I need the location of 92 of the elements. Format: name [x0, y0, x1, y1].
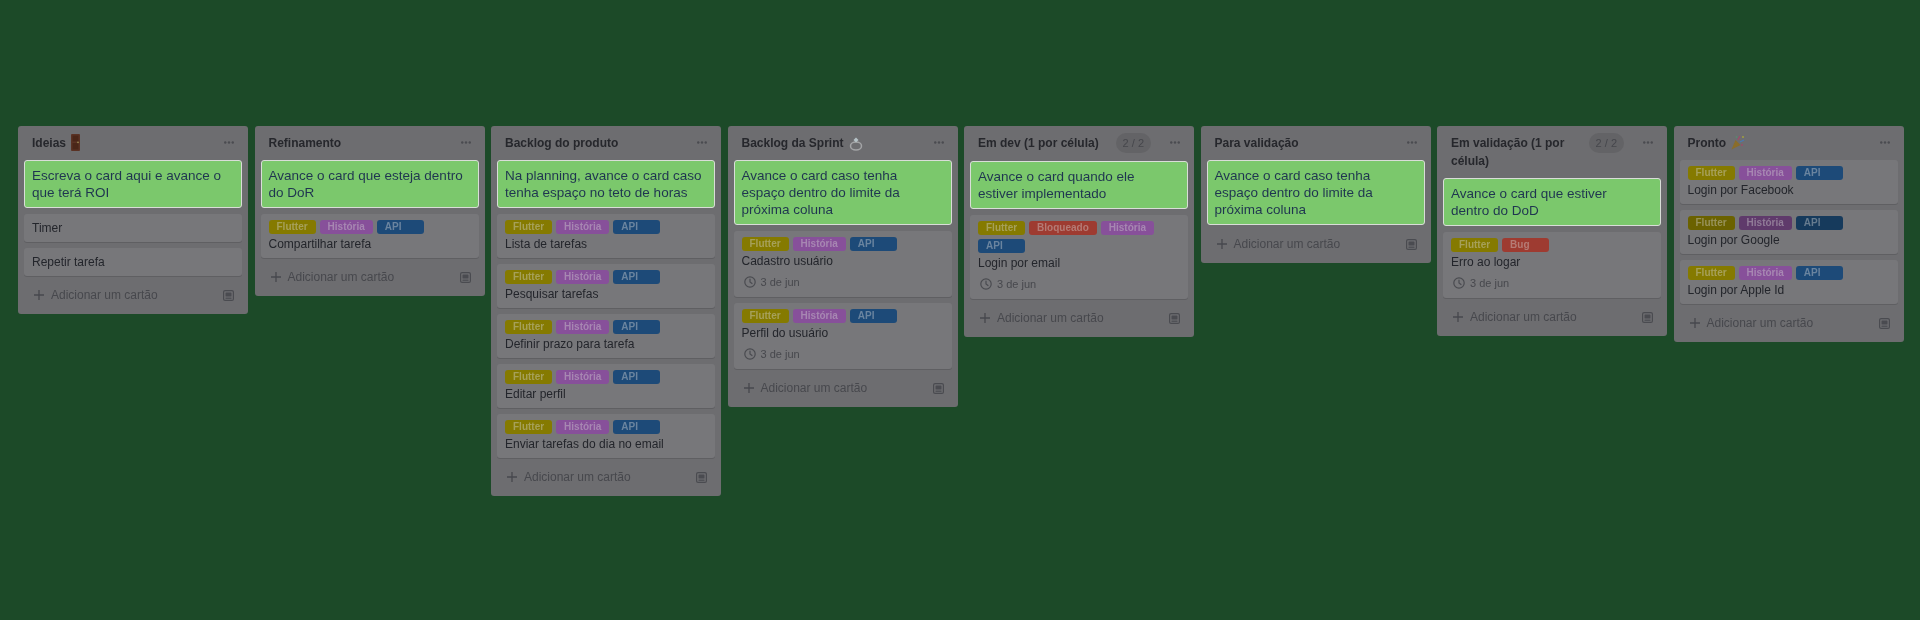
- card-title: Lista de tarefas: [505, 236, 589, 252]
- card-label: API: [978, 239, 1025, 253]
- more-menu-icon[interactable]: [1643, 141, 1653, 144]
- more-menu-icon[interactable]: [1879, 141, 1890, 144]
- card-label: API: [849, 309, 897, 323]
- card-template-icon[interactable]: [932, 382, 944, 394]
- card-label: API: [613, 370, 661, 384]
- card-label: API: [613, 220, 661, 234]
- card-label: Flutter: [268, 220, 316, 234]
- clock-icon: [743, 348, 756, 360]
- task-card[interactable]: Repetir tarefa: [24, 248, 242, 276]
- card-label: API: [613, 270, 661, 284]
- card-label: Bloqueado: [1029, 221, 1097, 235]
- list-title[interactable]: Backlog do produto: [505, 134, 619, 152]
- clock-icon: [1453, 277, 1465, 289]
- note-card[interactable]: Avance o card caso tenha espaço dentro do limite da próxima coluna: [733, 160, 952, 225]
- card-label: Flutter: [505, 220, 553, 234]
- more-menu-icon[interactable]: [933, 141, 944, 144]
- card-template-icon[interactable]: [1169, 312, 1180, 324]
- card-label: História: [1738, 216, 1792, 230]
- plus-icon: [34, 290, 44, 300]
- card-label: Flutter: [741, 237, 789, 251]
- card-label: Flutter: [1451, 238, 1499, 252]
- plus-icon: [1689, 318, 1700, 328]
- card-title: Login por Google: [1687, 232, 1781, 248]
- plus-icon: [743, 383, 754, 393]
- card-title: Timer: [32, 220, 64, 236]
- note-card[interactable]: Avance o card caso tenha espaço dentro do limite da próxima coluna: [1206, 160, 1425, 225]
- list-title[interactable]: Em validação (1 por célula): [1451, 134, 1583, 170]
- card-title: Login por email: [978, 255, 1062, 271]
- door-icon: [71, 134, 81, 151]
- list-title[interactable]: Em dev (1 por célula): [978, 134, 1099, 152]
- note-card[interactable]: Avance o card que estiver dentro do DoD: [1443, 178, 1661, 226]
- card-title: Login por Apple Id: [1687, 282, 1786, 298]
- card-template-icon[interactable]: [459, 271, 471, 283]
- clock-icon: [980, 278, 992, 290]
- party-popper-icon: [1731, 135, 1746, 150]
- card-title: Definir prazo para tarefa: [505, 336, 636, 352]
- card-label: API: [1795, 266, 1843, 280]
- more-menu-icon[interactable]: [1406, 141, 1417, 144]
- note-card[interactable]: Na planning, avance o card caso tenha espaço no teto de horas: [497, 160, 715, 208]
- list-title[interactable]: Para validação: [1214, 134, 1299, 152]
- card-title: Cadastro usuário: [741, 253, 834, 269]
- list-title[interactable]: Backlog da Sprint: [741, 134, 844, 152]
- card-template-icon[interactable]: [1405, 238, 1417, 250]
- plus-icon: [270, 272, 281, 282]
- card-label: Flutter: [505, 320, 553, 334]
- plus-icon: [980, 313, 990, 323]
- note-card[interactable]: Escreva o card aqui e avance o que terá ROI: [24, 160, 242, 208]
- more-menu-icon[interactable]: [697, 141, 707, 144]
- card-title: Editar perfil: [505, 386, 567, 402]
- card-label: API: [613, 420, 661, 434]
- plus-icon: [1453, 312, 1463, 322]
- more-menu-icon[interactable]: [1170, 141, 1180, 144]
- ring-icon: [848, 137, 863, 151]
- card-template-icon[interactable]: [696, 471, 707, 483]
- card-title: Pesquisar tarefas: [505, 286, 600, 302]
- card-label: API: [849, 237, 897, 251]
- card-template-icon[interactable]: [1642, 311, 1653, 323]
- plus-icon: [1216, 239, 1227, 249]
- card-label: Flutter: [505, 420, 553, 434]
- card-label: API: [376, 220, 424, 234]
- note-card[interactable]: Avance o card que esteja dentro do DoR: [260, 160, 479, 208]
- card-title: Repetir tarefa: [32, 254, 106, 270]
- card-title: Perfil do usuário: [741, 325, 830, 341]
- note-card[interactable]: Avance o card quando ele estiver implementado: [970, 161, 1188, 209]
- card-label: Flutter: [741, 309, 789, 323]
- list-title[interactable]: Pronto: [1687, 134, 1727, 152]
- card-label: API: [613, 320, 661, 334]
- card-label: Flutter: [1687, 166, 1735, 180]
- card-title: Compartilhar tarefa: [268, 236, 373, 252]
- task-card[interactable]: Timer: [24, 214, 242, 242]
- card-label: Flutter: [1687, 266, 1735, 280]
- card-title: Enviar tarefas do dia no email: [505, 436, 665, 452]
- more-menu-icon[interactable]: [460, 141, 471, 144]
- list-title[interactable]: Refinamento: [268, 134, 342, 152]
- task-card[interactable]: Flutter História API Login por Google: [1679, 210, 1898, 254]
- more-menu-icon[interactable]: [224, 141, 234, 144]
- card-template-icon[interactable]: [1878, 317, 1890, 329]
- card-title: Erro ao logar: [1451, 254, 1522, 270]
- card-label: Flutter: [1687, 216, 1735, 230]
- card-label: API: [1795, 216, 1843, 230]
- card-label: Flutter: [505, 270, 553, 284]
- clock-icon: [743, 276, 756, 288]
- list-title[interactable]: Ideias: [32, 134, 67, 152]
- card-label: Bug: [1502, 238, 1550, 252]
- card-title: Login por Facebook: [1687, 182, 1795, 198]
- card-label: Flutter: [978, 221, 1026, 235]
- card-label: API: [1795, 166, 1843, 180]
- card-label: Flutter: [505, 370, 553, 384]
- plus-icon: [507, 472, 517, 482]
- card-template-icon[interactable]: [223, 289, 234, 301]
